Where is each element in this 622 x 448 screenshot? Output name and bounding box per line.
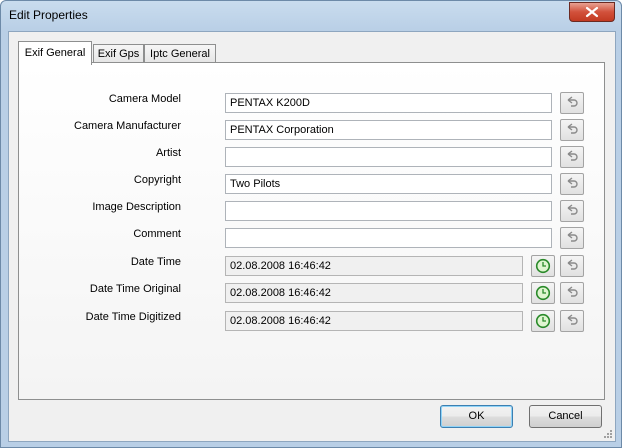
camera-manufacturer-label: Camera Manufacturer (74, 120, 181, 132)
revert-camera-model-button[interactable] (560, 92, 584, 114)
date-time-digitized-input[interactable]: 02.08.2008 16:46:42 (225, 311, 523, 331)
undo-arrow-icon (567, 204, 578, 215)
tab-panel-exif-general: Camera Model PENTAX K200D Camera Manufac… (18, 62, 605, 400)
camera-model-input[interactable]: PENTAX K200D (225, 93, 552, 113)
revert-artist-button[interactable] (560, 146, 584, 168)
date-time-original-picker-button[interactable] (531, 282, 555, 304)
camera-manufacturer-input[interactable]: PENTAX Corporation (225, 120, 552, 140)
tab-label: Exif Gps (97, 48, 140, 60)
close-button[interactable] (569, 2, 615, 22)
resize-grip-icon[interactable] (603, 429, 613, 439)
close-icon (585, 6, 599, 18)
ok-button[interactable]: OK (440, 405, 513, 428)
artist-label: Artist (155, 147, 181, 159)
copyright-label: Copyright (133, 174, 181, 186)
date-time-digitized-picker-button[interactable] (531, 310, 555, 332)
title-bar[interactable]: Edit Properties (1, 1, 621, 31)
undo-arrow-icon (567, 286, 578, 297)
undo-arrow-icon (567, 123, 578, 134)
revert-date-time-digitized-button[interactable] (560, 310, 584, 332)
tab-iptc-general[interactable]: Iptc General (144, 44, 216, 64)
tab-exif-general[interactable]: Exif General (18, 41, 92, 65)
revert-comment-button[interactable] (560, 227, 584, 249)
comment-input[interactable] (225, 228, 552, 248)
copyright-input[interactable]: Two Pilots (225, 174, 552, 194)
undo-arrow-icon (567, 314, 578, 325)
cancel-button[interactable]: Cancel (529, 405, 602, 428)
clock-icon (535, 258, 551, 274)
edit-properties-window: Edit Properties Exif General Exif Gps Ip… (0, 0, 622, 448)
window-title: Edit Properties (9, 8, 88, 22)
undo-arrow-icon (567, 259, 578, 270)
artist-input[interactable] (225, 147, 552, 167)
undo-arrow-icon (567, 96, 578, 107)
undo-arrow-icon (567, 231, 578, 242)
revert-copyright-button[interactable] (560, 173, 584, 195)
undo-arrow-icon (567, 177, 578, 188)
image-description-label: Image Description (92, 201, 181, 213)
dialog-body: Exif General Exif Gps Iptc General Camer… (8, 31, 616, 442)
image-description-input[interactable] (225, 201, 552, 221)
date-time-original-input[interactable]: 02.08.2008 16:46:42 (225, 283, 523, 303)
revert-camera-manufacturer-button[interactable] (560, 119, 584, 141)
tab-exif-gps[interactable]: Exif Gps (93, 44, 144, 64)
tab-label: Exif General (24, 47, 86, 59)
date-time-input[interactable]: 02.08.2008 16:46:42 (225, 256, 523, 276)
date-time-picker-button[interactable] (531, 255, 555, 277)
comment-label: Comment (133, 228, 181, 240)
clock-icon (535, 313, 551, 329)
revert-date-time-button[interactable] (560, 255, 584, 277)
revert-date-time-original-button[interactable] (560, 282, 584, 304)
undo-arrow-icon (567, 150, 578, 161)
date-time-digitized-label: Date Time Digitized (85, 311, 181, 323)
tab-label: Iptc General (150, 48, 210, 60)
camera-model-label: Camera Model (108, 93, 181, 105)
revert-image-description-button[interactable] (560, 200, 584, 222)
date-time-original-label: Date Time Original (89, 283, 181, 295)
clock-icon (535, 285, 551, 301)
date-time-label: Date Time (130, 256, 181, 268)
